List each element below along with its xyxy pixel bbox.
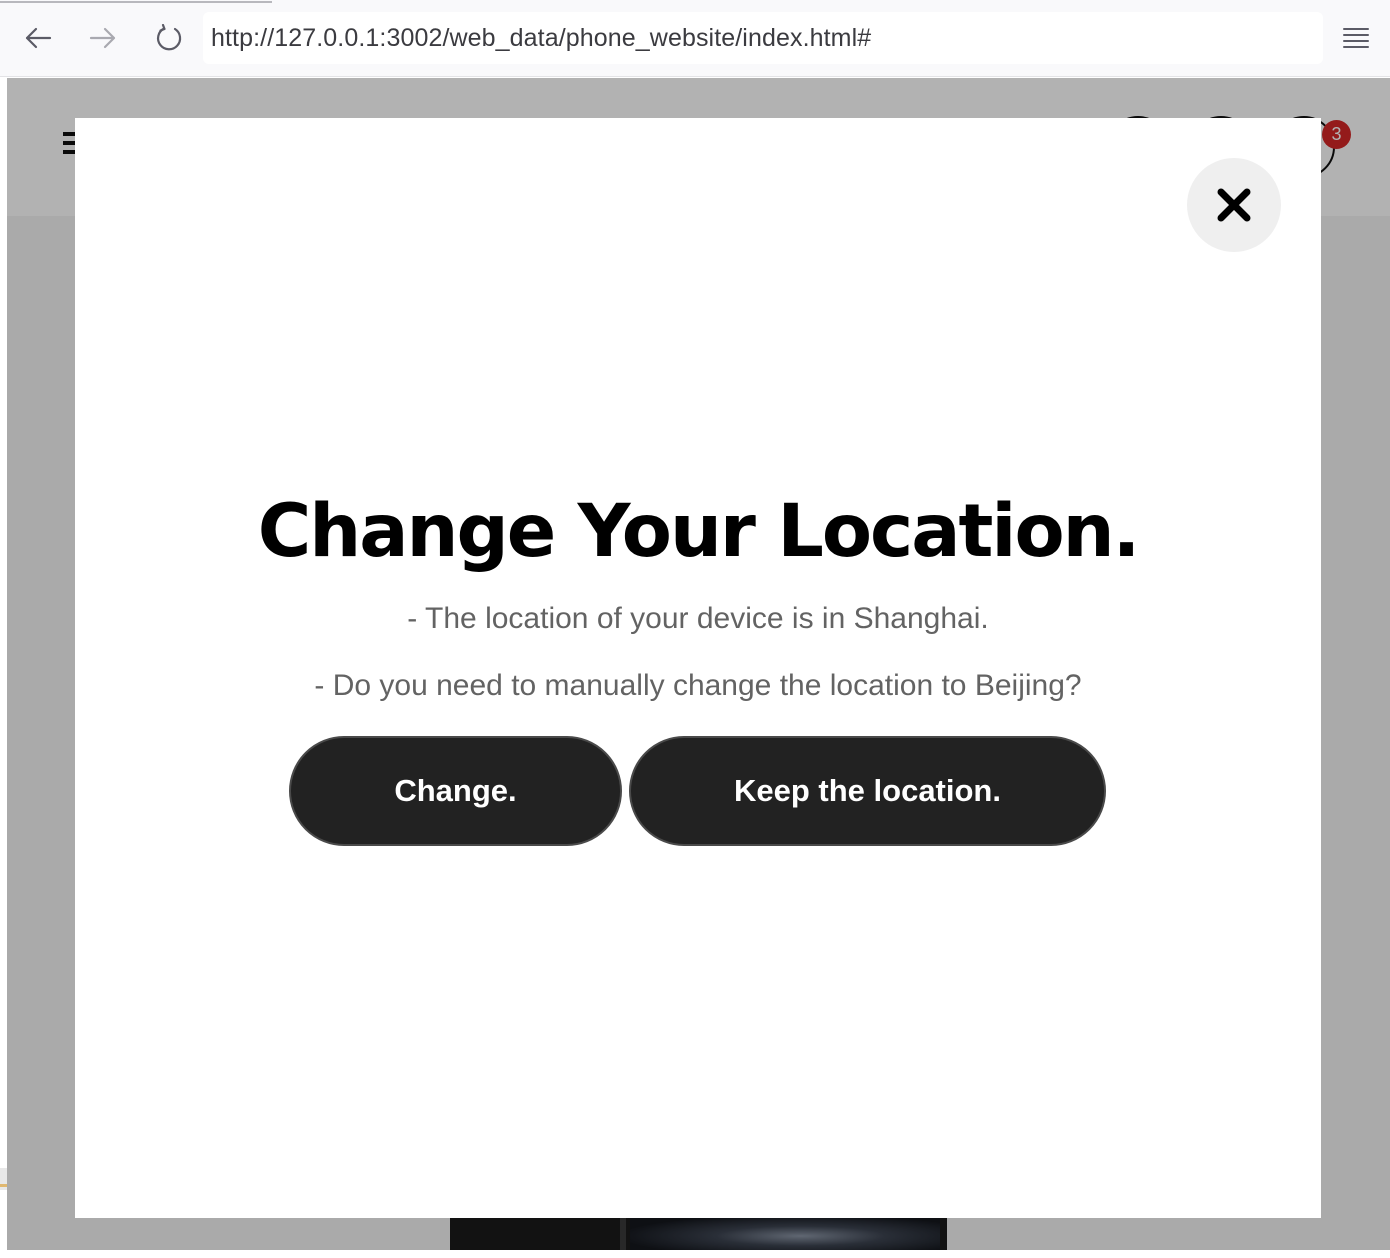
url-text: http://127.0.0.1:3002/web_data/phone_web… — [211, 23, 872, 52]
modal-message-current-location: - The location of your device is in Shan… — [407, 602, 989, 635]
change-location-button[interactable]: Change. — [289, 736, 622, 846]
reload-icon — [157, 24, 182, 51]
modal-title: Change Your Location. — [257, 489, 1141, 574]
hamburger-menu-icon — [1343, 28, 1369, 48]
close-icon — [1217, 188, 1251, 222]
address-bar[interactable]: http://127.0.0.1:3002/web_data/phone_web… — [203, 12, 1323, 64]
browser-menu-button[interactable] — [1334, 16, 1378, 60]
browser-toolbar: http://127.0.0.1:3002/web_data/phone_web… — [0, 0, 1390, 77]
back-button[interactable] — [16, 16, 60, 60]
location-modal: Change Your Location. - The location of … — [75, 118, 1321, 1218]
keep-location-button[interactable]: Keep the location. — [629, 736, 1106, 846]
close-button[interactable] — [1187, 158, 1281, 252]
arrow-left-icon — [25, 27, 52, 49]
reload-button[interactable] — [147, 16, 191, 60]
forward-button[interactable] — [81, 16, 125, 60]
side-strip-accent — [0, 1184, 7, 1187]
modal-message-change-prompt: - Do you need to manually change the loc… — [314, 669, 1082, 702]
arrow-right-icon — [89, 27, 116, 49]
active-tab-indicator — [0, 1, 272, 3]
